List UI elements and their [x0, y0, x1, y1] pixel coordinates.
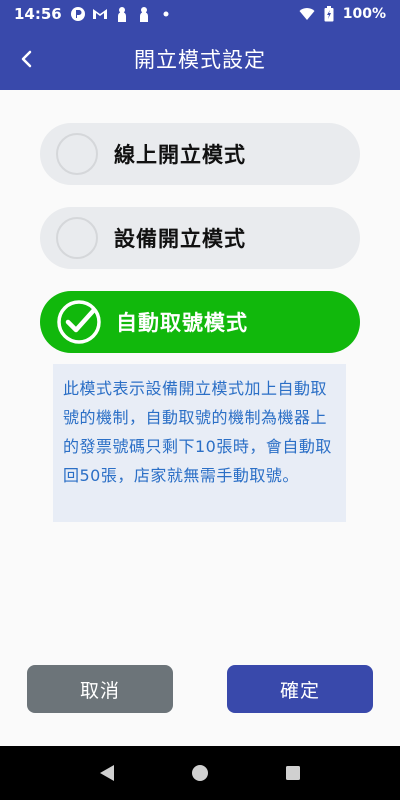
back-button[interactable]: [10, 42, 44, 76]
system-nav-bar: [0, 746, 400, 800]
nav-recents-button[interactable]: [278, 758, 308, 788]
mode-option-device[interactable]: 設備開立模式: [40, 207, 360, 269]
person-pin-icon: [114, 6, 130, 22]
page-title: 開立模式設定: [134, 48, 266, 72]
radio-unchecked-icon: [56, 217, 98, 259]
nav-home-button[interactable]: [185, 758, 215, 788]
app-notification-icon: [70, 6, 86, 22]
square-recents-icon: [286, 766, 301, 780]
notification-icons: [70, 6, 174, 22]
person-pin-icon-2: [136, 6, 152, 22]
status-right: 100%: [299, 6, 386, 22]
status-time: 14:56: [14, 5, 62, 23]
wifi-icon: [299, 6, 315, 22]
mode-option-online[interactable]: 線上開立模式: [40, 123, 360, 185]
circle-home-icon: [191, 765, 208, 781]
mode-option-auto-number[interactable]: 自動取號模式: [40, 291, 360, 353]
mode-description: 此模式表示設備開立模式加上自動取號的機制，自動取號的機制為機器上的發票號碼只剩下…: [53, 364, 346, 522]
triangle-back-icon: [99, 765, 114, 781]
check-circle-icon: [56, 299, 102, 345]
gmail-icon: [92, 6, 108, 22]
chevron-left-icon: [21, 50, 32, 68]
status-bar: 14:56 100%: [0, 0, 400, 28]
mode-option-label: 線上開立模式: [114, 143, 246, 167]
mode-option-label: 自動取號模式: [116, 311, 248, 335]
battery-icon: [321, 6, 337, 22]
app-bar: 開立模式設定: [0, 28, 400, 90]
mode-option-label: 設備開立模式: [114, 227, 246, 251]
battery-percent: 100%: [342, 6, 386, 22]
dot-icon: [158, 6, 174, 22]
confirm-button[interactable]: 確定: [227, 665, 373, 713]
cancel-button[interactable]: 取消: [27, 665, 173, 713]
radio-unchecked-icon: [56, 133, 98, 175]
nav-back-button[interactable]: [92, 758, 122, 788]
